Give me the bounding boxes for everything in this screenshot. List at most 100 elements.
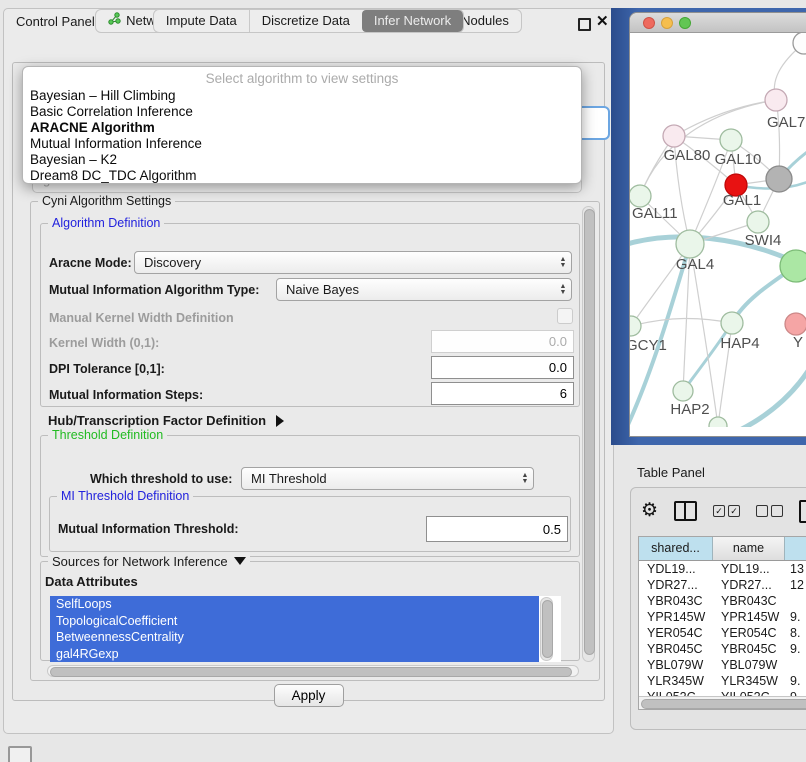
- network-node[interactable]: [673, 381, 693, 401]
- table-row[interactable]: YBL079WYBL079W: [639, 657, 806, 673]
- cell: 8.: [785, 625, 806, 641]
- network-node[interactable]: [766, 166, 792, 192]
- settings-horizontal-scrollbar[interactable]: [47, 665, 579, 677]
- split-view-icon[interactable]: [674, 501, 697, 521]
- network-edge: [631, 318, 732, 326]
- table-row[interactable]: YLR345WYLR345W9.: [639, 673, 806, 689]
- network-node[interactable]: [721, 312, 743, 334]
- sources-toggle[interactable]: Sources for Network Inference: [48, 554, 250, 569]
- mi-algorithm-type-combobox[interactable]: Naive Bayes ▲▼: [276, 278, 572, 301]
- mi-steps-label: Mutual Information Steps:: [49, 388, 203, 402]
- network-node[interactable]: [630, 316, 641, 336]
- kernel-width-field[interactable]: [431, 330, 574, 353]
- cell: YBR043C: [639, 593, 713, 609]
- close-traffic-light-icon[interactable]: [643, 17, 655, 29]
- column-header-name[interactable]: name: [713, 537, 785, 560]
- node-label-gal7: GAL7: [767, 114, 805, 131]
- combobox-value: Naive Bayes: [277, 282, 555, 297]
- cell: YDR27...: [713, 577, 785, 593]
- network-node[interactable]: [785, 313, 806, 335]
- deselect-all-checkbox-icon[interactable]: [756, 505, 783, 517]
- manual-kernel-checkbox[interactable]: [557, 308, 573, 324]
- network-node[interactable]: [720, 129, 742, 151]
- which-threshold-combobox[interactable]: MI Threshold ▲▼: [241, 467, 534, 490]
- stepper-arrows-icon: ▲▼: [517, 473, 533, 485]
- apply-button[interactable]: Apply: [274, 684, 344, 707]
- node-label-swi4: SWI4: [745, 232, 782, 249]
- tab-label: Discretize Data: [262, 10, 350, 32]
- stepper-arrows-icon: ▲▼: [555, 257, 571, 269]
- dpi-tolerance-field[interactable]: [431, 356, 574, 379]
- attribute-item-betweennesscentrality[interactable]: BetweennessCentrality: [50, 629, 539, 646]
- minimize-traffic-light-icon[interactable]: [661, 17, 673, 29]
- mi-threshold-field[interactable]: [426, 516, 568, 542]
- table-panel-window: ⚙ ✓✓ shared...name YDL19...YDL19...13YDR…: [630, 487, 806, 730]
- table-header-row: shared...name: [639, 537, 806, 561]
- cell: 9.: [785, 641, 806, 657]
- algorithm-option-aracne-algorithm[interactable]: ARACNE Algorithm: [23, 120, 581, 136]
- scrollbar-thumb[interactable]: [641, 699, 806, 709]
- table-row[interactable]: YDR27...YDR27...12: [639, 577, 806, 593]
- table-row[interactable]: YBR043CYBR043C: [639, 593, 806, 609]
- network-node[interactable]: [780, 250, 806, 282]
- network-node[interactable]: [630, 185, 651, 207]
- node-label-gal80: GAL80: [664, 147, 711, 164]
- attribute-item-gal4rgexp[interactable]: gal4RGexp: [50, 646, 539, 663]
- hub-definition-label: Hub/Transcription Factor Definition: [48, 413, 266, 428]
- column-header-shared-[interactable]: shared...: [639, 537, 713, 560]
- cell: YER054C: [639, 625, 713, 641]
- network-node[interactable]: [709, 417, 727, 427]
- select-all-checkbox-icon[interactable]: ✓✓: [713, 505, 740, 517]
- cell: 13: [785, 561, 806, 577]
- algorithm-dropdown-popup: Select algorithm to view settings Bayesi…: [22, 66, 582, 184]
- tab-discretize-data[interactable]: Discretize Data: [249, 10, 362, 32]
- group-title: Cyni Algorithm Settings: [38, 194, 175, 208]
- cell: 12: [785, 577, 806, 593]
- network-node[interactable]: [765, 89, 787, 111]
- node-label-hap2: HAP2: [670, 401, 709, 418]
- cell: 9.: [785, 609, 806, 625]
- attribute-item-topologicalcoefficient[interactable]: TopologicalCoefficient: [50, 613, 539, 630]
- tab-label: Infer Network: [374, 10, 451, 32]
- cell: [785, 657, 806, 673]
- network-node[interactable]: [676, 230, 704, 258]
- network-window-titlebar[interactable]: [630, 13, 806, 33]
- dropdown-prompt: Select algorithm to view settings: [23, 71, 581, 88]
- cell: [785, 593, 806, 609]
- network-node[interactable]: [747, 211, 769, 233]
- cell: YPR145W: [639, 609, 713, 625]
- table-row[interactable]: YER054CYER054C8.: [639, 625, 806, 641]
- collapsed-arrow-icon: [276, 415, 284, 427]
- scrollbar-thumb[interactable]: [50, 667, 572, 677]
- network-canvas[interactable]: GAL7GAL80GAL10GAL1GAL11SWI4GAL4GCY1HAP4Y…: [630, 33, 806, 427]
- table-panel-title: Table Panel: [637, 465, 705, 480]
- table-row[interactable]: YBR045CYBR045C9.: [639, 641, 806, 657]
- dpi-tolerance-label: DPI Tolerance [0,1]:: [49, 362, 165, 376]
- table-row[interactable]: YPR145WYPR145W9.: [639, 609, 806, 625]
- table-horizontal-scrollbar[interactable]: [639, 696, 806, 709]
- algorithm-option-dream8-dc-tdc-algorithm[interactable]: Dream8 DC_TDC Algorithm: [23, 168, 581, 184]
- tab-infer-network[interactable]: Infer Network: [362, 10, 463, 32]
- aracne-mode-combobox[interactable]: Discovery ▲▼: [134, 251, 572, 274]
- tab-impute-data[interactable]: Impute Data: [154, 10, 249, 32]
- cyni-toolbox-pane: galFiltered.sif default node Select algo…: [12, 62, 605, 701]
- algorithm-option-bayesian-hill-climbing[interactable]: Bayesian – Hill Climbing: [23, 88, 581, 104]
- hub-definition-toggle[interactable]: Hub/Transcription Factor Definition: [48, 413, 284, 428]
- attributes-scrollbar[interactable]: [540, 597, 553, 661]
- algorithm-option-mutual-information-inference[interactable]: Mutual Information Inference: [23, 136, 581, 152]
- zoom-traffic-light-icon[interactable]: [679, 17, 691, 29]
- algorithm-option-bayesian-k2[interactable]: Bayesian – K2: [23, 152, 581, 168]
- attribute-item-selfloops[interactable]: SelfLoops: [50, 596, 539, 613]
- table-function-icon[interactable]: [799, 500, 806, 523]
- scrollbar-thumb[interactable]: [542, 600, 553, 658]
- network-node[interactable]: [663, 125, 685, 147]
- table-row[interactable]: YDL19...YDL19...13: [639, 561, 806, 577]
- column-header-2[interactable]: [785, 537, 806, 560]
- mi-steps-field[interactable]: [431, 382, 574, 405]
- algorithm-option-basic-correlation-inference[interactable]: Basic Correlation Inference: [23, 104, 581, 120]
- network-edge: [738, 371, 806, 427]
- settings-vertical-scrollbar[interactable]: [582, 206, 595, 662]
- gear-icon[interactable]: ⚙: [641, 500, 658, 522]
- scrollbar-thumb[interactable]: [584, 209, 595, 655]
- collapsed-panel-icon[interactable]: [8, 746, 32, 762]
